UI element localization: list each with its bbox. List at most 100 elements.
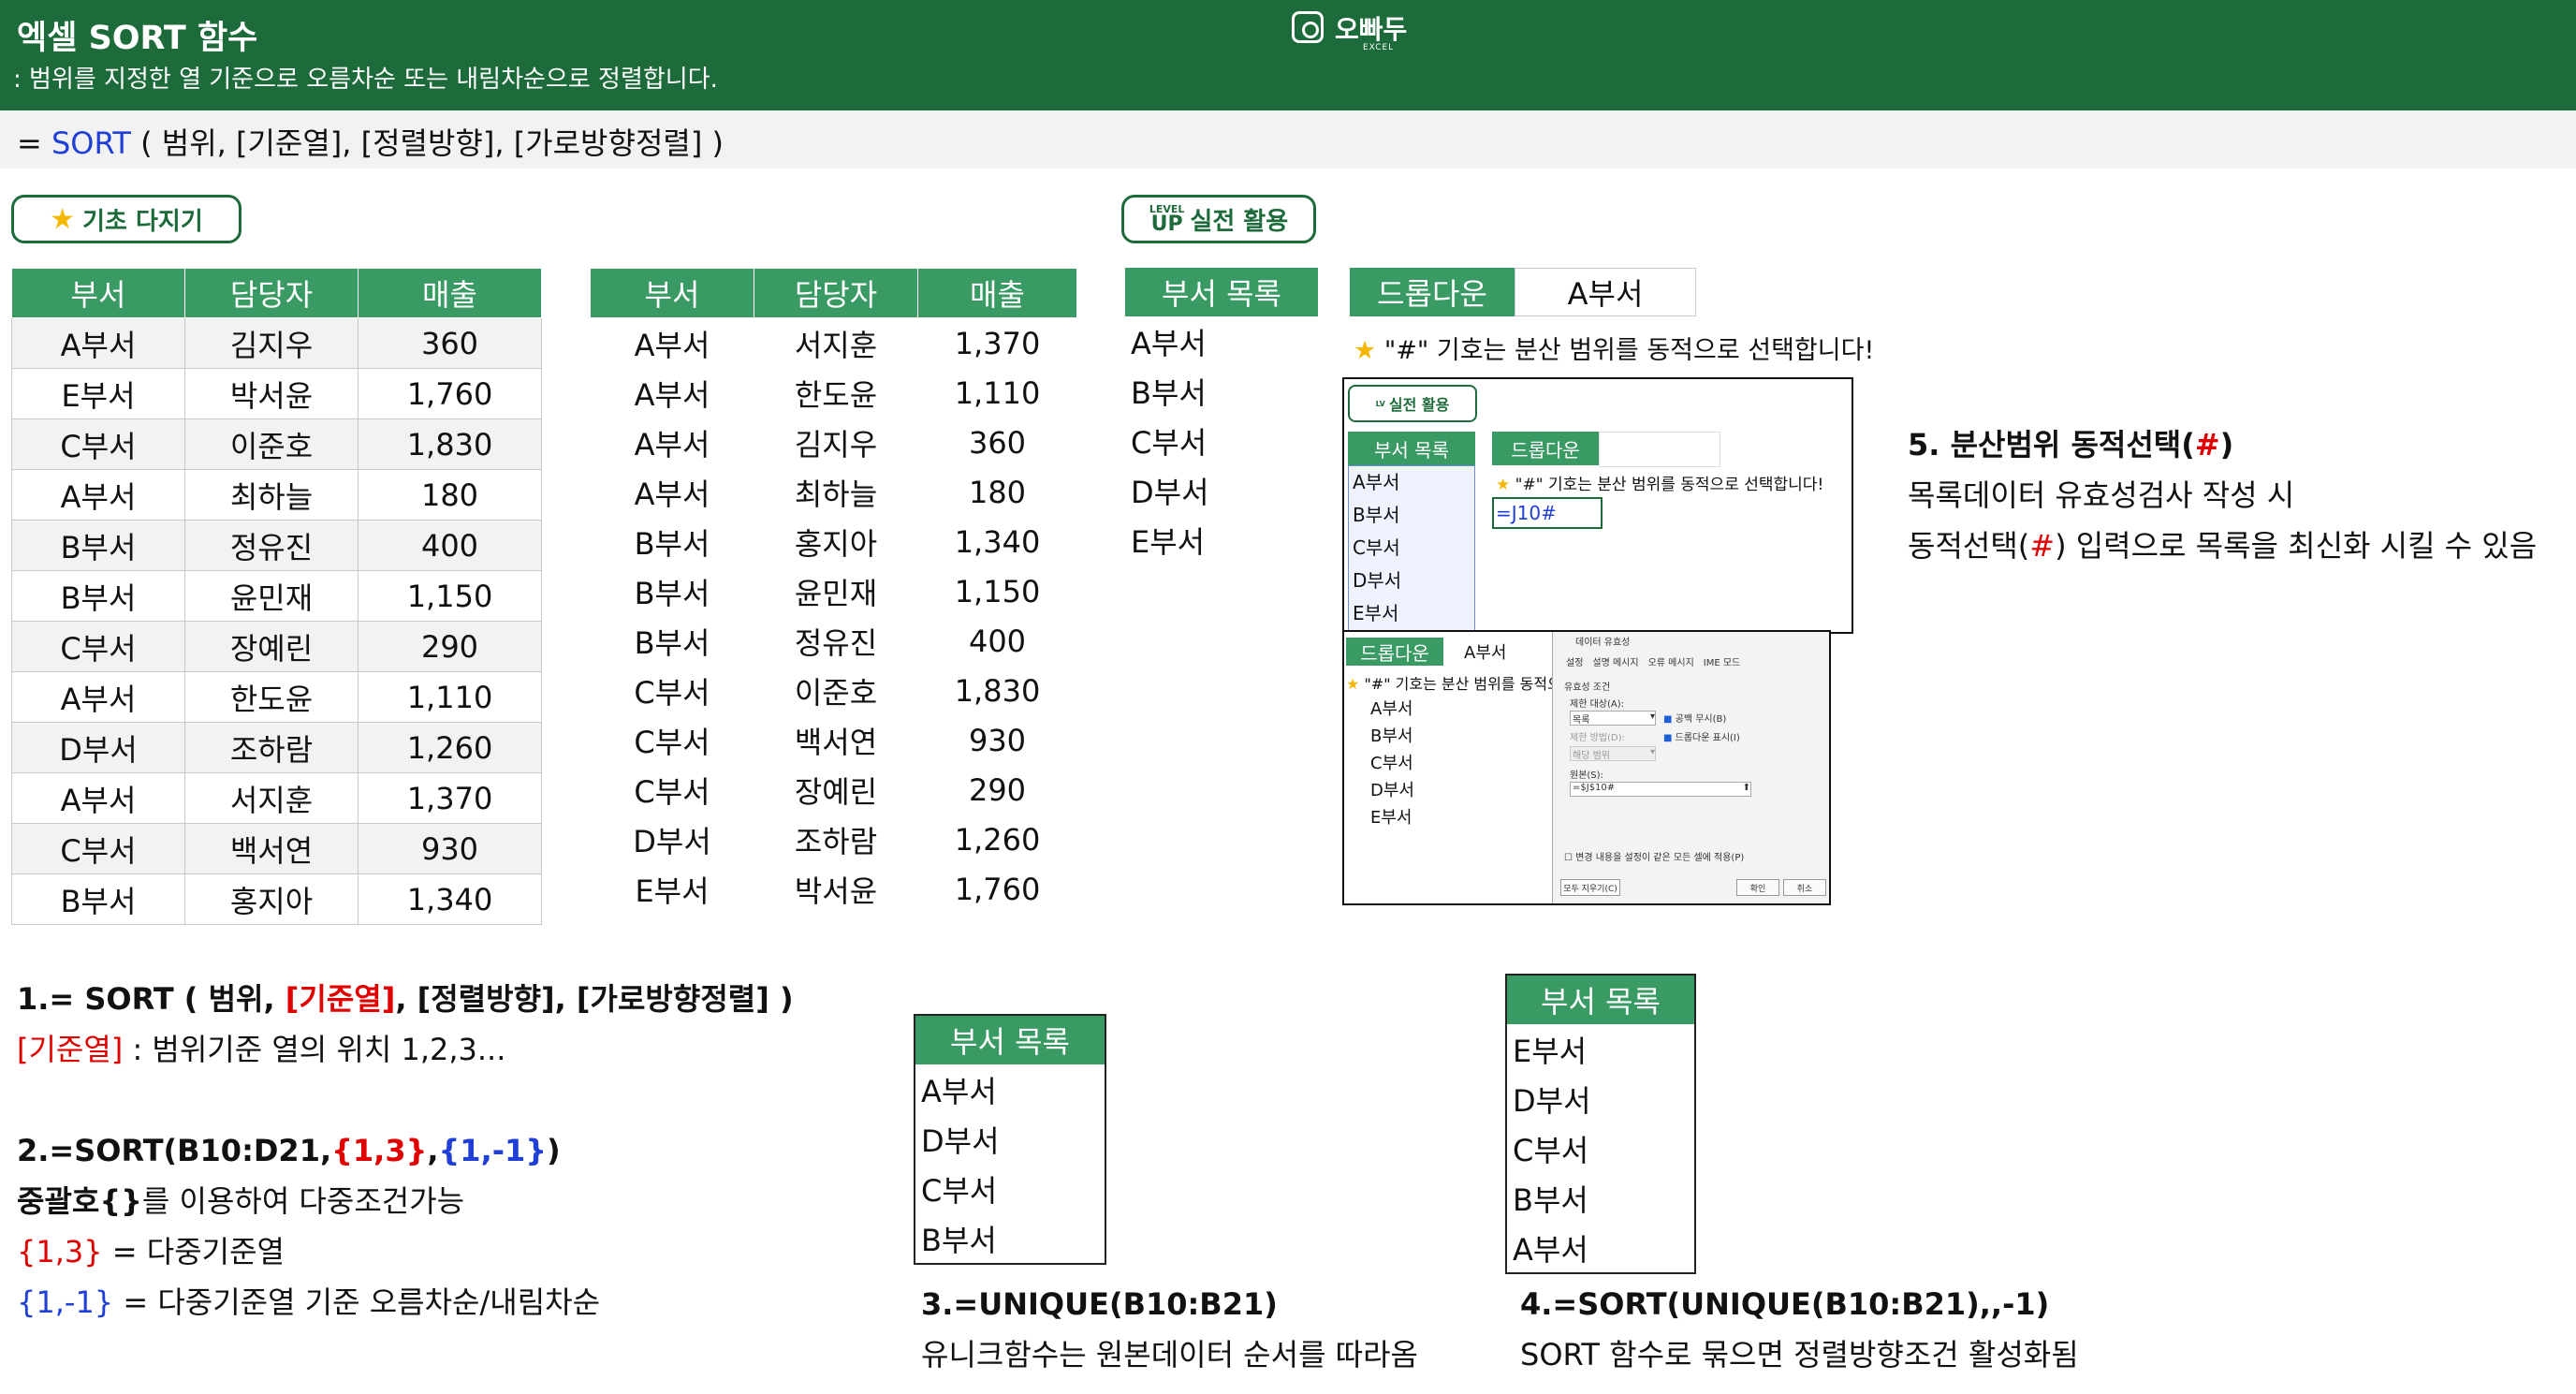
mini2-note: ★ "#" 기호는 분산 범위를 동적으 — [1346, 675, 1561, 693]
table-row: C부서 장예린 290 — [11, 621, 542, 672]
page-title: 엑셀 SORT 함수 — [17, 20, 258, 57]
allow-select[interactable]: 목록 ▾ — [1570, 711, 1656, 726]
table-cell: A부서 — [11, 671, 185, 723]
mini2-dropdown-value: A부서 — [1464, 643, 1507, 663]
table-row: B부서 홍지아 1,340 — [11, 873, 542, 925]
table-row: D부서 조하람 1,260 — [11, 722, 542, 773]
list-item: D부서 — [1506, 1074, 1695, 1123]
table-cell: C부서 — [11, 823, 185, 874]
dialog-tab[interactable]: 오류 메시지 — [1648, 654, 1694, 668]
tip3-desc: 유니크함수는 원본데이터 순서를 따라옴 — [921, 1337, 1418, 1372]
table-cell: 서지훈 — [184, 772, 359, 824]
table-cell: 조하람 — [794, 823, 878, 859]
data-select[interactable]: 해당 범위 ▾ — [1570, 746, 1656, 761]
mini-list: A부서 B부서 C부서 D부서 E부서 — [1348, 465, 1475, 632]
cb-ignore-blank[interactable]: ■ 공백 무시(B) — [1663, 711, 1726, 725]
table-cell: A부서 — [634, 376, 710, 413]
table-cell: E부서 — [635, 873, 710, 909]
dialog-tab[interactable]: 설정 — [1566, 654, 1583, 668]
list-item-label: D부서 — [1513, 1082, 1591, 1119]
list-item: D부서 — [1353, 569, 1402, 592]
star-icon: ★ — [1496, 476, 1511, 494]
table-cell: 최하늘 — [794, 476, 878, 512]
source-input[interactable]: =$J$10# ⬆ — [1570, 782, 1751, 797]
list-item: C부서 — [1353, 536, 1400, 559]
table-cell: 1,110 — [358, 671, 542, 723]
table-cell: 290 — [968, 771, 1027, 808]
table-cell: 이준호 — [794, 674, 878, 711]
tip5-line2: 동적선택(#) 입력으로 목록을 최신화 시킬 수 있음 — [1908, 528, 2538, 564]
col-header: 담당자 — [754, 268, 918, 318]
table-cell: A부서 — [11, 317, 185, 369]
table-row: E부서 박서윤 1,760 — [11, 368, 542, 419]
table-cell: C부서 — [634, 724, 710, 760]
tip5-line1: 목록데이터 유효성검사 작성 시 — [1908, 477, 2295, 513]
checkbox-icon: ☐ — [1564, 853, 1573, 863]
clear-all-button[interactable]: 모두 지우기(C) — [1560, 879, 1620, 896]
mini-formula-cell[interactable]: =J10# — [1492, 497, 1603, 529]
star-icon: ★ — [1346, 675, 1360, 693]
table-cell: 400 — [968, 623, 1027, 659]
dialog-tab[interactable]: 설명 메시지 — [1592, 654, 1638, 668]
table-row: C부서 이준호 1,830 — [11, 418, 542, 470]
table-cell: 한도윤 — [184, 671, 359, 723]
ok-button[interactable]: 확인 — [1736, 879, 1779, 896]
tip2-block: 2.=SORT(B10:D21,{1,3},{1,-1}) 중괄호{}를 이용하… — [17, 1125, 600, 1328]
syntax-prefix: = — [17, 125, 51, 161]
table-cell: 1,760 — [358, 368, 542, 419]
table-row: A부서 서지훈 1,370 — [591, 318, 1077, 369]
table-row: A부서 한도윤 1,110 — [591, 368, 1077, 418]
table-cell: 장예린 — [184, 621, 359, 672]
table-cell: 360 — [968, 424, 1027, 461]
checkbox-icon: ■ — [1663, 714, 1673, 725]
dialog-section: 유효성 조건 — [1564, 682, 1611, 693]
table-cell: 360 — [358, 317, 542, 369]
source-label: 원본(S): — [1570, 770, 1603, 781]
list-item-label: E부서 — [1513, 1033, 1588, 1069]
table-cell: 박서윤 — [794, 873, 878, 909]
tip4-title: 4.=SORT(UNIQUE(B10:B21),,-1) — [1520, 1286, 2050, 1322]
example-screenshot-2: 드롭다운 A부서 ★ "#" 기호는 분산 범위를 동적으 A부서 B부서 C부서 D… — [1342, 630, 1831, 905]
dialog-tab[interactable]: IME 모드 — [1704, 654, 1740, 668]
list-item: E부서 — [1353, 602, 1399, 624]
brand-logo: 오빠두 EXCEL — [1292, 9, 1423, 56]
table-cell: B부서 — [11, 520, 185, 571]
logo-icon — [1292, 11, 1324, 43]
table-row: E부서 박서윤 1,760 — [591, 864, 1077, 914]
tip4-block: 4.=SORT(UNIQUE(B10:B21),,-1) SORT 함수로 묶으… — [1520, 1279, 2079, 1380]
list-item: E부서 — [1125, 515, 1318, 565]
table-cell: 이준호 — [184, 418, 359, 470]
table-cell: 290 — [358, 621, 542, 672]
dropdown-value[interactable]: A부서 — [1515, 268, 1696, 316]
practical-badge-label: 실전 활용 — [1190, 207, 1289, 236]
table-cell: 180 — [358, 469, 542, 521]
dept-list: 부서 목록 A부서 B부서 C부서 D부서 E부서 — [1125, 268, 1318, 565]
tip3-block: 3.=UNIQUE(B10:B21) 유니크함수는 원본데이터 순서를 따라옴 — [921, 1279, 1418, 1380]
table-cell: A부서 — [634, 476, 710, 512]
allow-label: 제한 대상(A): — [1570, 699, 1624, 710]
table-row: C부서 백서연 930 — [591, 715, 1077, 765]
logo-subtext: EXCEL — [1363, 43, 1395, 52]
cb-dropdown[interactable]: ■ 드롭다운 표시(I) — [1663, 729, 1740, 743]
list-item: B부서 — [1125, 366, 1318, 416]
table-row: A부서 김지우 360 — [11, 317, 542, 369]
cancel-button[interactable]: 취소 — [1783, 879, 1826, 896]
sorted-unique-list: 부서 목록 E부서 D부서 C부서 B부서 A부서 — [1505, 974, 1696, 1274]
apply-all-checkbox[interactable]: ☐ 변경 내용을 설정이 같은 모든 셀에 적용(P) — [1564, 849, 1744, 863]
tip2-title: 2.=SORT(B10:D21,{1,3},{1,-1}) — [17, 1133, 561, 1168]
chevron-down-icon: ▾ — [1649, 712, 1655, 722]
list-item: C부서 — [1370, 754, 1413, 773]
table-cell: 1,150 — [358, 570, 542, 622]
checkbox-icon: ■ — [1663, 733, 1673, 743]
list-item-label: E부서 — [1131, 523, 1206, 560]
list-item: A부서 — [1125, 316, 1318, 366]
page-subtitle: : 범위를 지정한 열 기준으로 오름차순 또는 내림차순으로 정렬합니다. — [13, 66, 718, 94]
table-cell: A부서 — [11, 772, 185, 824]
range-picker-icon: ⬆ — [1742, 783, 1750, 793]
table-row: B부서 정유진 400 — [11, 520, 542, 571]
syntax-function: SORT — [51, 125, 131, 161]
dropdown-note: ★ "#" 기호는 분산 범위를 동적으로 선택합니다! — [1354, 336, 1875, 365]
table-cell: 1,340 — [954, 523, 1041, 560]
list-item-label: A부서 — [921, 1073, 997, 1109]
tip5-block: 5. 분산범위 동적선택(#) 목록데이터 유효성검사 작성 시 동적선택(#)… — [1908, 419, 2537, 571]
